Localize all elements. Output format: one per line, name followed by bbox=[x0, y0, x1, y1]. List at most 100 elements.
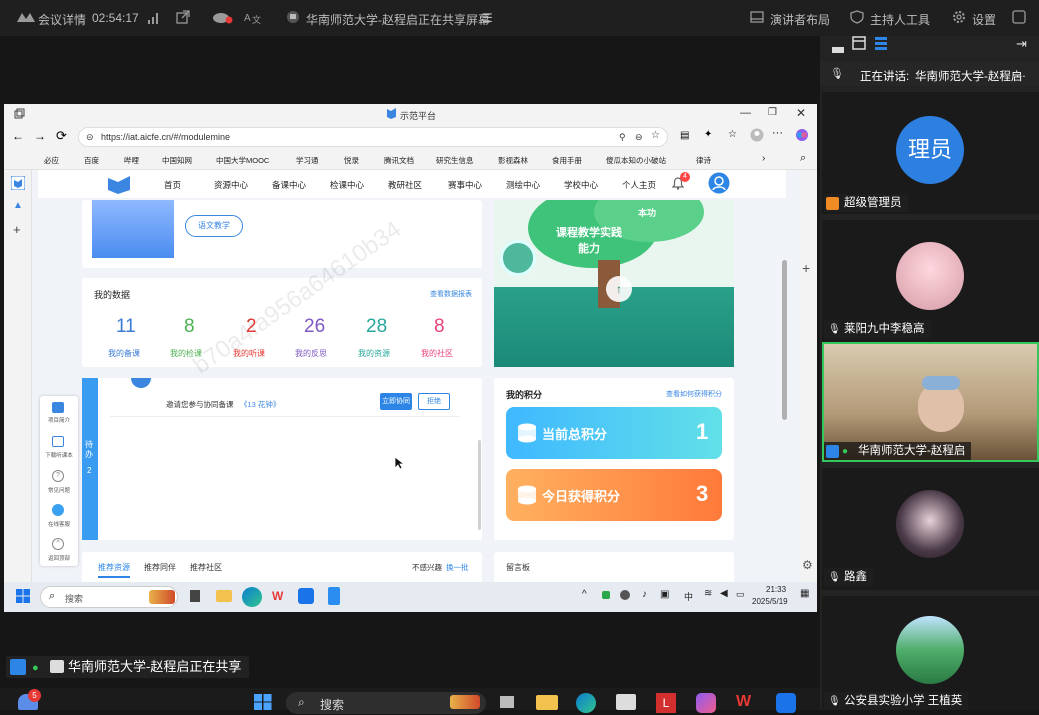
meeting-details-button[interactable]: 会议详情 bbox=[38, 11, 86, 28]
volume-icon[interactable]: ◀ bbox=[720, 588, 728, 599]
meeting-app-icon[interactable] bbox=[298, 588, 314, 604]
key-icon[interactable]: ⚲ bbox=[619, 128, 626, 146]
close-icon[interactable]: ✕ bbox=[796, 106, 806, 120]
stat-value[interactable]: 8 bbox=[184, 316, 195, 338]
participant-tile[interactable]: 🎙 莱阳九中李稳高 bbox=[822, 220, 1039, 342]
back-icon[interactable]: ← bbox=[12, 129, 24, 143]
nav-community[interactable]: 教研社区 bbox=[388, 179, 422, 191]
participant-tile[interactable]: 🎙 公安县实验小学 王植英 bbox=[822, 596, 1039, 710]
grid-view-icon[interactable] bbox=[832, 41, 844, 59]
fav-item[interactable]: 研究生信息 bbox=[436, 155, 474, 166]
nav-resources[interactable]: 资源中心 bbox=[214, 179, 248, 191]
minimize-icon[interactable]: — bbox=[740, 107, 751, 119]
todo-scrollbar[interactable] bbox=[478, 440, 481, 530]
nav-contest[interactable]: 赛事中心 bbox=[448, 179, 482, 191]
fav-item[interactable]: 哔哩 bbox=[124, 155, 139, 166]
profile-icon[interactable] bbox=[750, 128, 764, 147]
fav-item[interactable]: 食用手册 bbox=[552, 155, 582, 166]
side-tool-label[interactable]: 下载听课本 bbox=[41, 451, 77, 459]
battery-icon[interactable]: ▭ bbox=[736, 589, 745, 600]
task-view-icon[interactable] bbox=[190, 590, 200, 602]
recommend-tab-community[interactable]: 推荐社区 bbox=[190, 562, 222, 573]
stat-label[interactable]: 我的资源 bbox=[358, 348, 390, 359]
nav-lesson-check[interactable]: 检课中心 bbox=[330, 179, 364, 191]
site-tab-icon[interactable] bbox=[10, 175, 26, 195]
side-tool-label[interactable]: 返回顶部 bbox=[43, 554, 75, 562]
join-collab-button[interactable]: 立即协同 bbox=[380, 393, 412, 410]
reader-icon[interactable]: ▤ bbox=[680, 130, 689, 141]
zoom-icon[interactable]: ⊖ bbox=[635, 128, 643, 146]
browser-tab-title[interactable]: 示范平台 bbox=[400, 109, 436, 122]
cloud-record-icon[interactable] bbox=[212, 10, 234, 27]
page-scrollbar[interactable] bbox=[782, 260, 787, 420]
share-menu-icon[interactable]: ☰ bbox=[482, 11, 493, 25]
notification-center-icon[interactable]: ▦ bbox=[800, 588, 809, 599]
copilot-icon[interactable] bbox=[795, 128, 809, 147]
task-view-icon[interactable] bbox=[500, 696, 514, 708]
stat-label[interactable]: 我的备课 bbox=[108, 348, 140, 359]
fullscreen-icon[interactable] bbox=[1012, 10, 1026, 27]
fav-item[interactable]: 学习通 bbox=[296, 155, 319, 166]
layout-icon[interactable] bbox=[750, 10, 764, 27]
fav-item[interactable]: 影视森林 bbox=[498, 155, 528, 166]
wps-icon[interactable]: W bbox=[736, 693, 751, 711]
invite-lesson-link[interactable]: 《13 花钟》 bbox=[240, 399, 280, 410]
tab-actions-icon[interactable] bbox=[14, 108, 25, 121]
side-tool-label[interactable]: 常见问题 bbox=[43, 486, 75, 494]
stat-value[interactable]: 11 bbox=[116, 316, 136, 338]
fav-item[interactable]: 律诗 bbox=[696, 155, 711, 166]
gear-icon[interactable] bbox=[952, 10, 966, 27]
nav-survey[interactable]: 测绘中心 bbox=[506, 179, 540, 191]
favorite-star-icon[interactable]: ☆ bbox=[651, 127, 660, 145]
wifi-icon[interactable]: ≋ bbox=[704, 588, 712, 599]
windows-start-icon[interactable] bbox=[16, 589, 30, 605]
intro-icon[interactable] bbox=[52, 402, 64, 413]
fav-item[interactable]: 傻瓜本知の小破站 bbox=[606, 155, 666, 166]
ime-language[interactable]: 中 bbox=[684, 590, 693, 603]
new-tab-icon[interactable]: + bbox=[13, 222, 21, 237]
recommend-tab-peers[interactable]: 推荐同伴 bbox=[144, 562, 176, 573]
restore-icon[interactable]: ❐ bbox=[768, 107, 777, 118]
speaker-layout-button[interactable]: 演讲者布局 bbox=[770, 11, 830, 28]
store-icon[interactable] bbox=[616, 694, 636, 710]
forward-icon[interactable]: → bbox=[34, 129, 46, 143]
back-to-top-icon[interactable]: ^ bbox=[52, 538, 64, 550]
participant-tile[interactable]: 理员 超级管理员 bbox=[822, 92, 1039, 214]
url-input[interactable]: ⊝ https://iat.aicfe.cn/#/modulemine ⚲ ⊖ … bbox=[78, 127, 668, 147]
favorites-icon[interactable]: ☆ bbox=[728, 129, 737, 140]
file-explorer-icon[interactable] bbox=[536, 695, 558, 710]
notes-app-icon[interactable] bbox=[328, 587, 340, 605]
fav-item[interactable]: 百度 bbox=[84, 155, 99, 166]
edge-icon[interactable] bbox=[242, 587, 262, 607]
add-sidebar-icon[interactable]: + bbox=[802, 260, 810, 276]
tray-display-icon[interactable]: ▣ bbox=[660, 589, 669, 600]
chat-icon[interactable] bbox=[52, 504, 64, 516]
host-tools-button[interactable]: 主持人工具 bbox=[870, 11, 930, 28]
translate-icon[interactable]: A文 bbox=[244, 10, 262, 27]
stat-value[interactable]: 8 bbox=[434, 316, 445, 338]
taskbar-search-input[interactable]: ⌕ 搜索 bbox=[286, 692, 486, 714]
file-explorer-icon[interactable] bbox=[216, 590, 232, 602]
wps-icon[interactable]: W bbox=[272, 589, 283, 603]
fav-item[interactable]: 中国大学MOOC bbox=[216, 155, 269, 166]
office-app-icon[interactable]: L bbox=[656, 693, 676, 713]
stat-value[interactable]: 26 bbox=[304, 316, 325, 338]
side-tool-label[interactable]: 在线客服 bbox=[43, 520, 75, 528]
more-icon[interactable]: ··· bbox=[772, 127, 783, 139]
mic-icon[interactable]: ♪ bbox=[642, 589, 647, 600]
search-icon[interactable]: ⌕ bbox=[800, 152, 806, 165]
tray-app-icon[interactable] bbox=[602, 591, 610, 599]
tray-expand-icon[interactable]: ^ bbox=[582, 589, 587, 600]
extensions-icon[interactable]: ✦ bbox=[704, 129, 712, 140]
fav-item[interactable]: 悦录 bbox=[344, 155, 359, 166]
stat-value[interactable]: 28 bbox=[366, 316, 387, 338]
fav-item[interactable]: 腾讯文档 bbox=[384, 155, 414, 166]
stat-label[interactable]: 我的反思 bbox=[295, 348, 327, 359]
user-avatar[interactable] bbox=[708, 172, 730, 196]
site-logo-icon[interactable] bbox=[106, 174, 132, 196]
clock-time[interactable]: 21:33 bbox=[766, 585, 786, 594]
list-view-icon[interactable] bbox=[874, 36, 888, 55]
translate-tab-icon[interactable]: ▲ bbox=[13, 200, 23, 211]
nav-lesson-prep[interactable]: 备课中心 bbox=[272, 179, 306, 191]
side-tool-label[interactable]: 项目简介 bbox=[43, 416, 75, 424]
